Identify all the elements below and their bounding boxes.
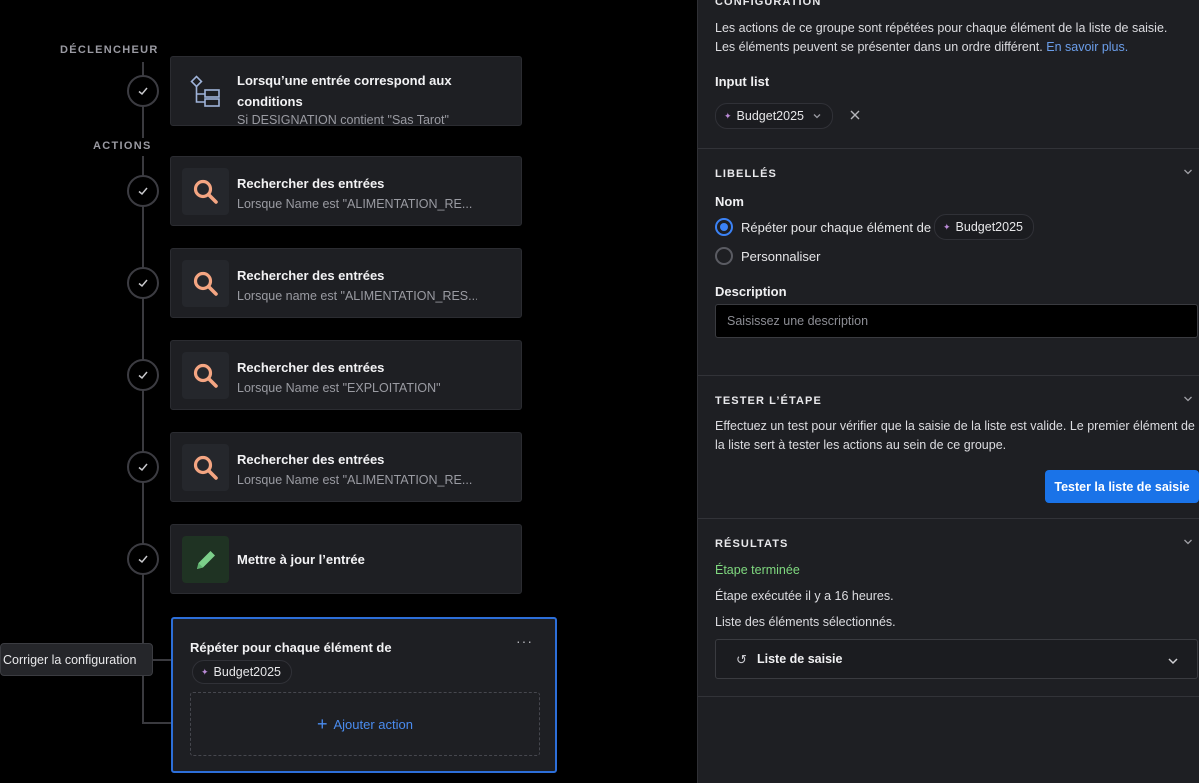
configuration-section: CONFIGURATION Les actions de ce groupe s… [698, 0, 1199, 149]
configuration-text-line1: Les actions de ce groupe sont répétées p… [715, 21, 1168, 35]
trigger-subtitle: Si DESIGNATION contient "Sas Tarot" [237, 113, 449, 126]
trigger-node[interactable]: Lorsqu’une entrée correspond aux conditi… [170, 56, 522, 126]
table-field-icon: ✦ [943, 221, 951, 232]
workflow-canvas: DÉCLENCHEUR ACTIONS Lorsqu’une entrée co… [0, 0, 697, 783]
chevron-down-icon [1168, 658, 1178, 665]
trigger-section-label: DÉCLENCHEUR [60, 44, 159, 56]
name-source-chip[interactable]: ✦ Budget2025 [934, 214, 1034, 240]
learn-more-link[interactable]: En savoir plus. [1046, 40, 1128, 54]
labels-heading: LIBELLÉS [715, 168, 777, 180]
collapse-chevron-icon[interactable] [1183, 167, 1193, 177]
step-complete-check-icon [127, 175, 159, 207]
action-node-update[interactable]: Mettre à jour l’entrée [170, 524, 522, 594]
test-step-heading: TESTER L’ÉTAPE [715, 395, 822, 407]
table-field-icon: ✦ [201, 666, 209, 677]
results-list-select-label: Liste de saisie [757, 652, 843, 666]
collapse-chevron-icon[interactable] [1183, 394, 1193, 404]
condition-flow-icon [182, 68, 229, 115]
search-icon [182, 168, 229, 215]
action-title: Mettre à jour l’entrée [237, 552, 365, 567]
step-complete-check-icon [127, 75, 159, 107]
connector-line [142, 156, 144, 723]
action-subtitle: Lorsque Name est "EXPLOITATION" [237, 381, 441, 395]
input-list-value: Budget2025 [736, 109, 804, 123]
action-node-search[interactable]: Rechercher des entrées Lorsque Name est … [170, 156, 522, 226]
search-icon [182, 444, 229, 491]
step-complete-check-icon [127, 359, 159, 391]
description-label: Description [715, 284, 787, 299]
configuration-text-line2: Les éléments peuvent se présenter dans u… [715, 40, 1043, 54]
actions-section-label: ACTIONS [93, 140, 152, 152]
search-icon [182, 260, 229, 307]
action-node-search[interactable]: Rechercher des entrées Lorsque Name est … [170, 432, 522, 502]
add-action-button[interactable]: + Ajouter action [190, 692, 540, 756]
input-list-chip[interactable]: ✦ Budget2025 [192, 660, 292, 684]
action-subtitle: Lorsque Name est "ALIMENTATION_RE... [237, 473, 473, 487]
add-action-label: Ajouter action [333, 716, 414, 732]
configuration-heading: CONFIGURATION [715, 0, 822, 8]
action-node-search[interactable]: Rechercher des entrées Lorsque name est … [170, 248, 522, 318]
results-heading: RÉSULTATS [715, 538, 789, 550]
results-list-select[interactable]: ↺ Liste de saisie [715, 639, 1198, 679]
connector-line [142, 722, 172, 724]
tooltip-label: Corriger la configuration [3, 652, 137, 667]
more-options-icon[interactable]: ··· [516, 633, 533, 649]
radio-repeat-each-label: Répéter pour chaque élément de [741, 220, 932, 235]
input-list-label: Input list [715, 74, 770, 89]
configuration-description: Les actions de ce groupe sont répétées p… [715, 19, 1185, 57]
search-icon [182, 352, 229, 399]
fix-configuration-tooltip[interactable]: Corriger la configuration [0, 643, 153, 676]
step-config-panel: CONFIGURATION Les actions de ce groupe s… [697, 0, 1199, 783]
refresh-icon: ↺ [736, 652, 747, 667]
labels-section: LIBELLÉS Nom Répéter pour chaque élément… [698, 149, 1199, 376]
action-subtitle: Lorsque Name est "ALIMENTATION_RE... [237, 197, 473, 211]
test-input-list-button[interactable]: Tester la liste de saisie [1045, 470, 1199, 503]
step-complete-check-icon [127, 451, 159, 483]
action-title: Rechercher des entrées [237, 452, 385, 467]
radio-customize-label: Personnaliser [741, 249, 821, 264]
action-title: Rechercher des entrées [237, 176, 385, 191]
selected-items-label: Liste des éléments sélectionnés. [715, 615, 896, 629]
plus-icon: + [316, 714, 328, 734]
action-node-search[interactable]: Rechercher des entrées Lorsque Name est … [170, 340, 522, 410]
repeat-group-node[interactable]: Répéter pour chaque élément de ··· ✦ Bud… [171, 617, 557, 773]
repeat-group-title: Répéter pour chaque élément de [190, 640, 392, 655]
chevron-down-icon [813, 114, 821, 119]
connector-line [152, 659, 172, 661]
trigger-title: Lorsqu’une entrée correspond aux conditi… [237, 73, 452, 109]
input-list-select[interactable]: ✦ Budget2025 [715, 103, 833, 129]
description-input[interactable] [715, 304, 1198, 338]
name-label: Nom [715, 194, 744, 209]
pencil-icon [182, 536, 229, 583]
action-subtitle: Lorsque name est "ALIMENTATION_RES... [237, 289, 477, 303]
test-step-description: Effectuez un test pour vérifier que la s… [715, 419, 1195, 452]
clear-input-list-icon[interactable] [849, 109, 861, 121]
step-status: Étape terminée [715, 563, 800, 577]
radio-customize[interactable] [715, 247, 733, 265]
step-complete-check-icon [127, 267, 159, 299]
name-source-chip-label: Budget2025 [955, 220, 1023, 234]
collapse-chevron-icon[interactable] [1183, 537, 1193, 547]
step-complete-check-icon [127, 543, 159, 575]
action-title: Rechercher des entrées [237, 268, 385, 283]
action-title: Rechercher des entrées [237, 360, 385, 375]
table-field-icon: ✦ [724, 110, 732, 121]
step-executed-time: Étape exécutée il y a 16 heures. [715, 589, 894, 603]
radio-repeat-each[interactable] [715, 218, 733, 236]
input-list-chip-label: Budget2025 [213, 665, 281, 679]
